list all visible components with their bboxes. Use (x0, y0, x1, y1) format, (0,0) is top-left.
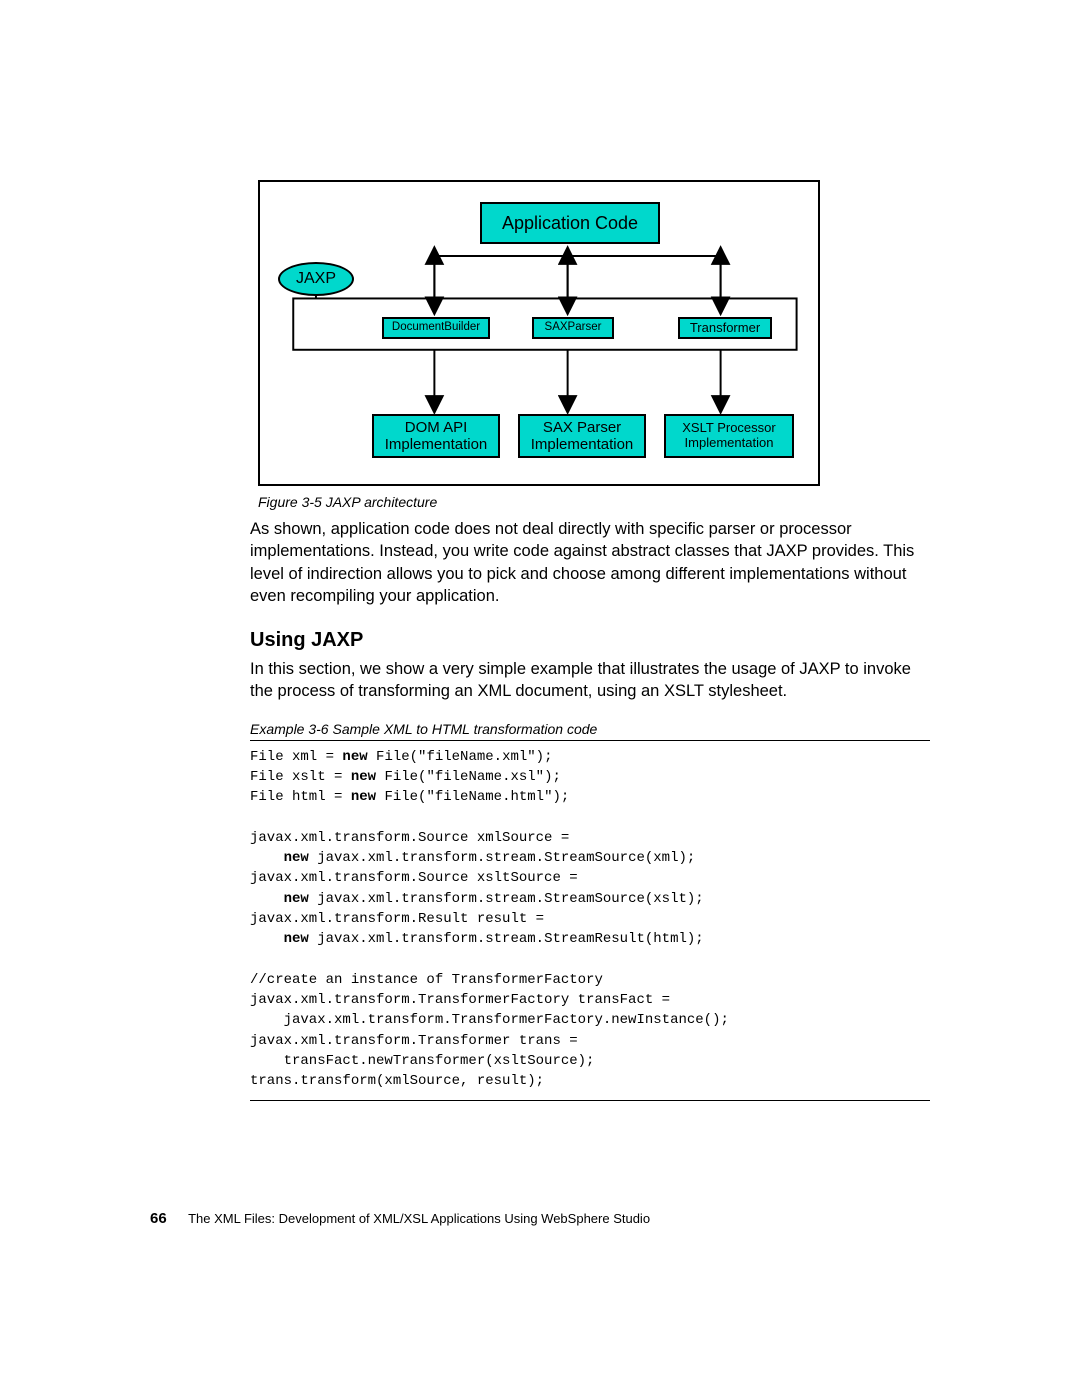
xslt-line1: XSLT Processor (682, 421, 775, 436)
paragraph-1: As shown, application code does not deal… (250, 518, 930, 607)
dom-api-impl-box: DOM API Implementation (372, 414, 500, 458)
page-number: 66 (150, 1210, 167, 1227)
sax-parser-impl-box: SAX Parser Implementation (518, 414, 646, 458)
example-rule-bottom (250, 1100, 930, 1101)
sax-impl-line2: Implementation (531, 436, 634, 453)
xslt-processor-impl-box: XSLT Processor Implementation (664, 414, 794, 458)
using-jaxp-heading: Using JAXP (250, 629, 930, 652)
document-builder-box: DocumentBuilder (382, 317, 490, 339)
figure-caption: Figure 3-5 JAXP architecture (258, 494, 930, 510)
paragraph-2: In this section, we show a very simple e… (250, 658, 930, 703)
jaxp-ellipse: JAXP (278, 262, 354, 296)
jaxp-architecture-diagram: Application Code JAXP DocumentBuilder SA… (258, 180, 820, 486)
dom-api-line1: DOM API (405, 419, 468, 436)
sax-parser-box: SAXParser (532, 317, 614, 339)
footer-title: The XML Files: Development of XML/XSL Ap… (188, 1211, 650, 1226)
page-content: Application Code JAXP DocumentBuilder SA… (250, 180, 930, 1101)
page-footer: 66 The XML Files: Development of XML/XSL… (150, 1210, 650, 1227)
app-code-box: Application Code (480, 202, 660, 244)
sax-impl-line1: SAX Parser (543, 419, 621, 436)
code-block: File xml = new File("fileName.xml"); Fil… (250, 747, 930, 1092)
example-caption: Example 3-6 Sample XML to HTML transform… (250, 721, 930, 737)
xslt-line2: Implementation (685, 436, 774, 451)
dom-api-line2: Implementation (385, 436, 488, 453)
example-rule-top (250, 740, 930, 741)
transformer-box: Transformer (678, 317, 772, 339)
